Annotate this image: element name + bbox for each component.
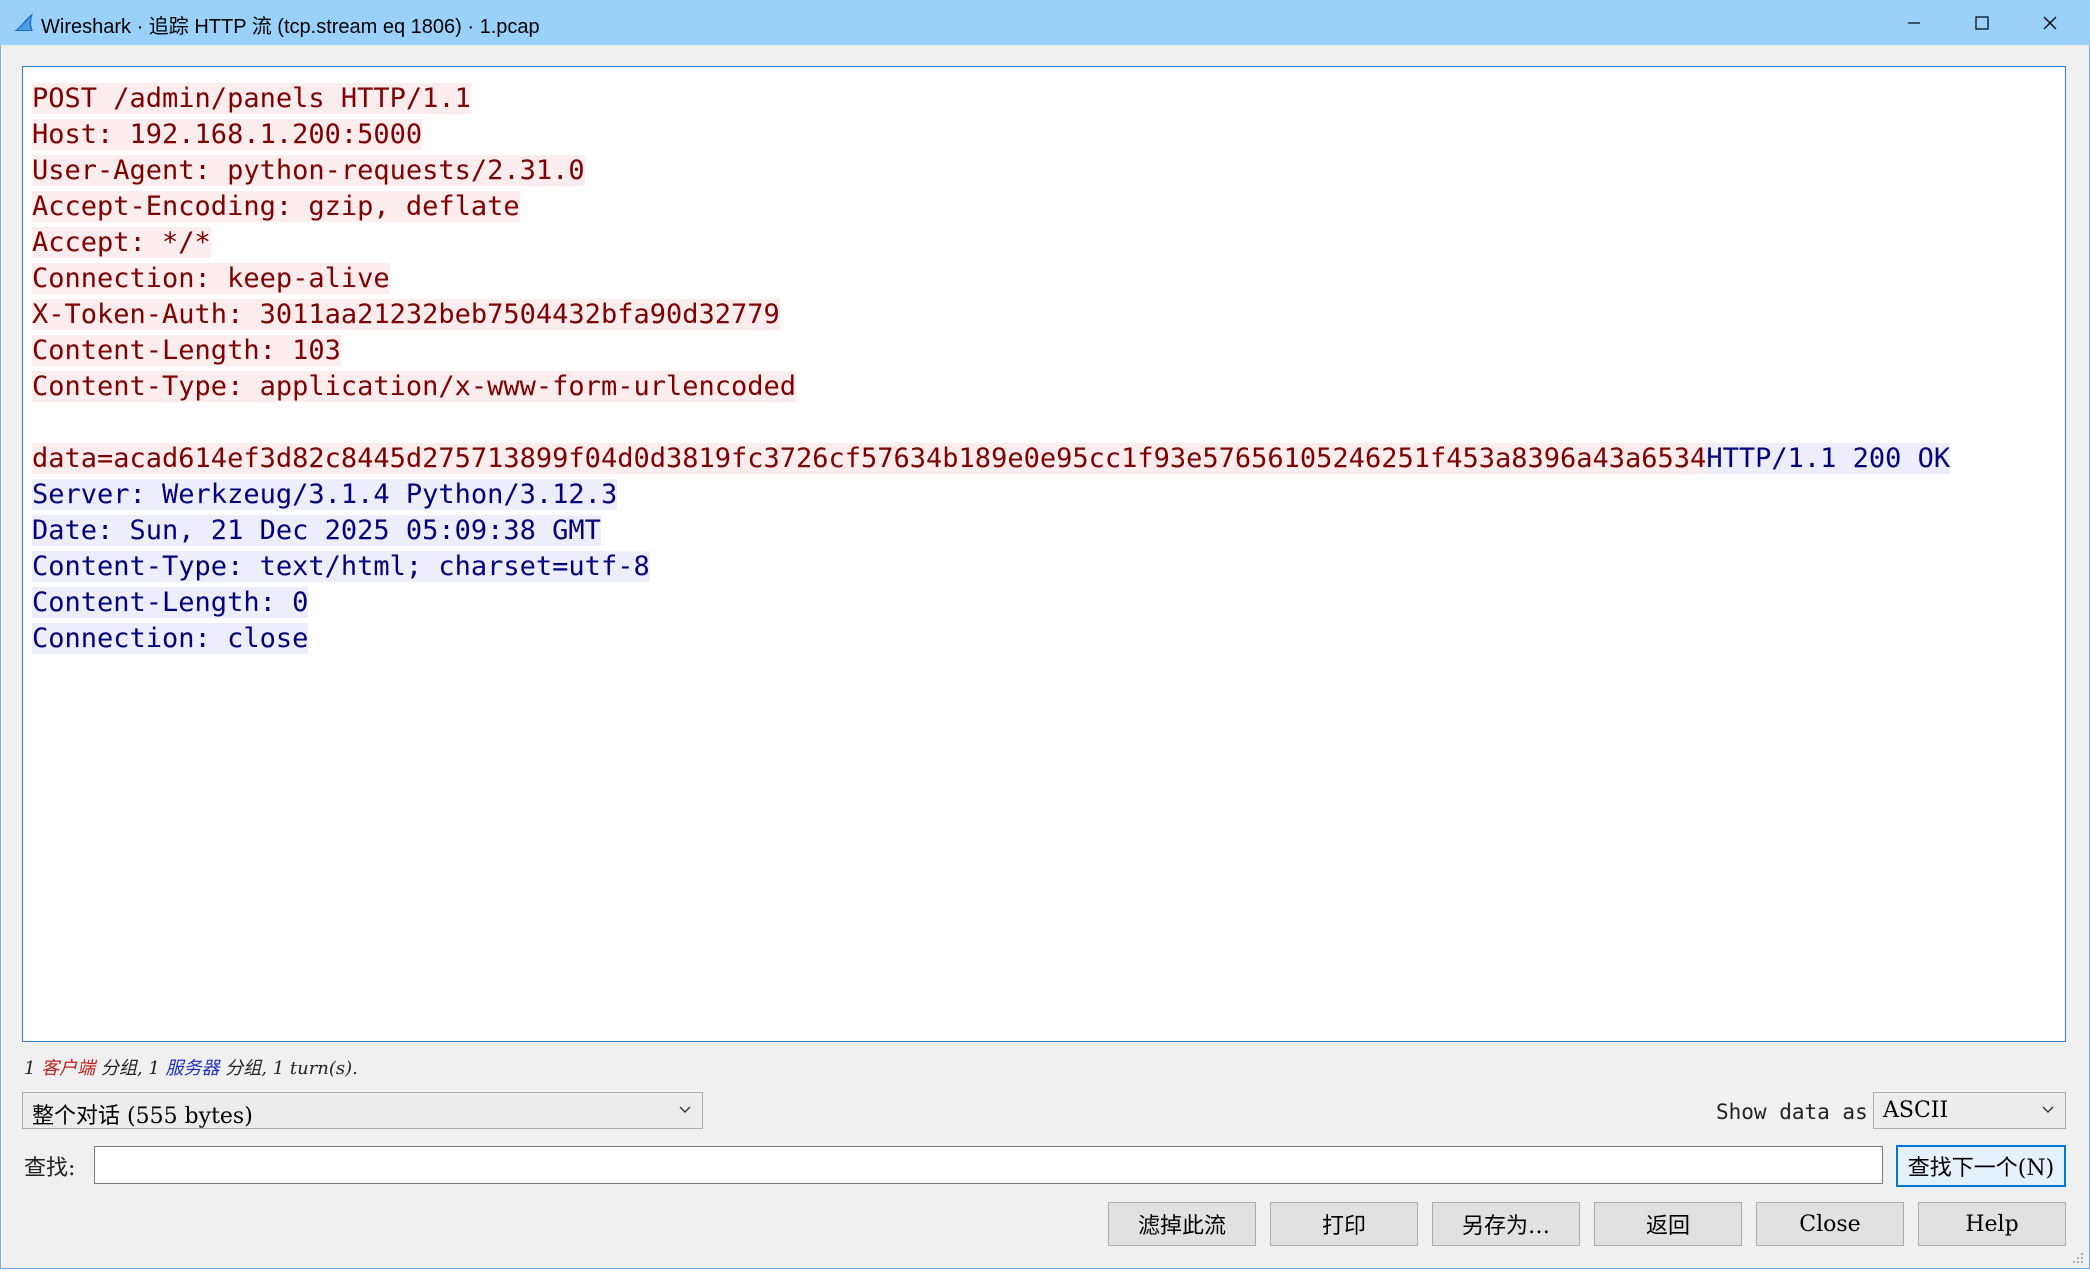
stream-line-client: Connection: keep-alive <box>32 261 1950 297</box>
conversation-select[interactable]: 整个对话 (555 bytes) <box>22 1092 703 1129</box>
client-text[interactable]: Connection: keep-alive <box>32 263 390 294</box>
client-text[interactable]: Content-Length: 103 <box>32 335 341 366</box>
stream-line-client: User-Agent: python-requests/2.31.0 <box>32 153 1950 189</box>
stream-line-client: Accept-Encoding: gzip, deflate <box>32 189 1950 225</box>
client-text[interactable]: Accept-Encoding: gzip, deflate <box>32 191 520 222</box>
stream-line-server: Content-Length: 0 <box>32 585 1950 621</box>
window-title: Wireshark · 追踪 HTTP 流 (tcp.stream eq 180… <box>41 16 540 38</box>
summary-client-label: 客户端 <box>41 1058 96 1079</box>
stream-line-server: Date: Sun, 21 Dec 2025 05:09:38 GMT <box>32 513 1950 549</box>
chevron-down-icon <box>2042 1106 2054 1113</box>
find-label: 查找: <box>24 1156 76 1181</box>
minimize-icon <box>1908 21 1920 24</box>
client-text[interactable]: POST /admin/panels HTTP/1.1 <box>32 83 471 114</box>
close-window-button[interactable] <box>2016 0 2084 45</box>
back-button[interactable]: 返回 <box>1594 1202 1742 1246</box>
show-data-as-value: ASCII <box>1883 1098 1949 1123</box>
client-text[interactable]: Content-Type: application/x-www-form-url… <box>32 371 797 402</box>
stream-line-client: Content-Length: 103 <box>32 333 1950 369</box>
server-text[interactable]: Content-Length: 0 <box>32 587 309 618</box>
client-text[interactable]: Host: 192.168.1.200:5000 <box>32 119 423 150</box>
client-body-text[interactable]: data=acad614ef3d82c8445d275713899f04d0d3… <box>32 443 1707 474</box>
find-next-button[interactable]: 查找下一个(N) <box>1896 1145 2066 1187</box>
stream-line-mixed: data=acad614ef3d82c8445d275713899f04d0d3… <box>32 441 1951 477</box>
server-text[interactable]: Content-Type: text/html; charset=utf-8 <box>32 551 650 582</box>
wireshark-fin-icon <box>14 13 33 31</box>
server-text[interactable]: Connection: close <box>32 623 309 654</box>
title-bar: Wireshark · 追踪 HTTP 流 (tcp.stream eq 180… <box>0 0 2090 45</box>
stream-content-view[interactable]: POST /admin/panels HTTP/1.1 Host: 192.16… <box>22 66 2066 1042</box>
stream-line-client: Host: 192.168.1.200:5000 <box>32 117 1950 153</box>
stream-line-client: Accept: */* <box>32 225 1950 261</box>
print-button[interactable]: 打印 <box>1270 1202 1418 1246</box>
show-data-as-select[interactable]: ASCII <box>1873 1092 2066 1129</box>
summary-text: 分组, 1 turn(s). <box>219 1058 358 1079</box>
summary-text: 1 <box>24 1058 42 1079</box>
client-text[interactable]: User-Agent: python-requests/2.31.0 <box>32 155 585 186</box>
show-data-as-label: Show data as <box>1716 1100 1868 1124</box>
stream-summary: 1 客户端 分组, 1 服务器 分组, 1 turn(s). <box>24 1054 358 1080</box>
summary-server-label: 服务器 <box>165 1058 220 1079</box>
stream-line-client <box>32 405 1950 441</box>
stream-line-server: Server: Werkzeug/3.1.4 Python/3.12.3 <box>32 477 1950 513</box>
maximize-icon <box>1975 15 1989 30</box>
resize-grip-icon[interactable] <box>2072 1252 2084 1264</box>
stream-line-client: Content-Type: application/x-www-form-url… <box>32 369 1950 405</box>
find-input[interactable] <box>94 1146 1883 1184</box>
summary-text: 分组, 1 <box>95 1058 166 1079</box>
stream-line-client: X-Token-Auth: 3011aa21232beb7504432bfa90… <box>32 297 1950 333</box>
server-text[interactable]: Server: Werkzeug/3.1.4 Python/3.12.3 <box>32 479 618 510</box>
close-button[interactable]: Close <box>1756 1202 1904 1246</box>
server-status-text[interactable]: HTTP/1.1 200 OK <box>1706 443 1951 474</box>
stream-line-server: Content-Type: text/html; charset=utf-8 <box>32 549 1950 585</box>
stream-line-server: Connection: close <box>32 621 1950 657</box>
maximize-button[interactable] <box>1948 0 2016 45</box>
filter-out-stream-button[interactable]: 滤掉此流 <box>1108 1202 1256 1246</box>
client-text[interactable]: X-Token-Auth: 3011aa21232beb7504432bfa90… <box>32 299 780 330</box>
conversation-select-value: 整个对话 (555 bytes) <box>32 1104 253 1129</box>
chevron-down-icon <box>679 1106 691 1113</box>
save-as-button[interactable]: 另存为… <box>1432 1202 1580 1246</box>
server-text[interactable]: Date: Sun, 21 Dec 2025 05:09:38 GMT <box>32 515 601 546</box>
close-icon <box>2043 16 2057 29</box>
help-button[interactable]: Help <box>1918 1202 2066 1246</box>
client-text[interactable]: Accept: */* <box>32 227 211 258</box>
minimize-button[interactable] <box>1880 0 1948 45</box>
stream-line-client: POST /admin/panels HTTP/1.1 <box>32 81 1950 117</box>
